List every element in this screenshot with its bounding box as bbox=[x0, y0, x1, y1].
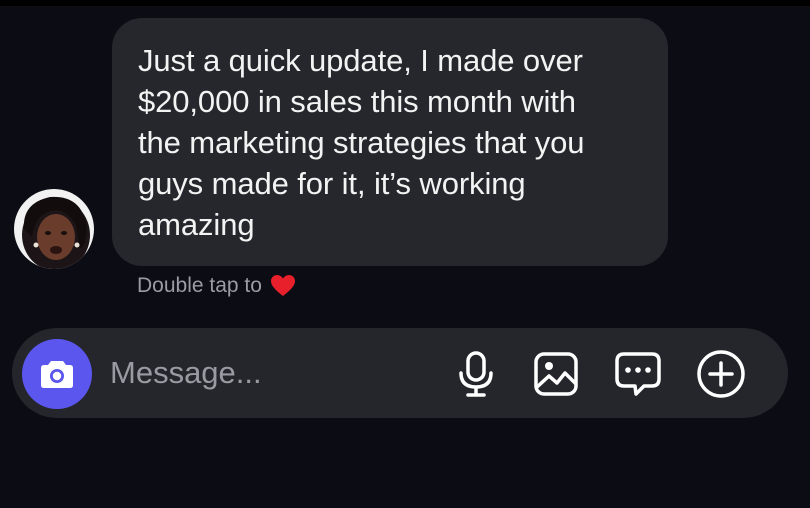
message-input[interactable] bbox=[110, 352, 410, 394]
camera-button[interactable] bbox=[22, 339, 92, 409]
incoming-message-bubble[interactable]: Just a quick update, I made over $20,000… bbox=[112, 18, 668, 266]
message-line: guys made for it, it’s working bbox=[138, 166, 526, 201]
sticker-button[interactable] bbox=[612, 348, 664, 400]
message-line: $20,000 in sales this month with bbox=[138, 84, 576, 119]
more-options-button[interactable] bbox=[695, 348, 747, 400]
microphone-button[interactable] bbox=[450, 348, 502, 400]
reaction-hint-text: Double tap to bbox=[137, 274, 262, 297]
message-line: the marketing strategies that you bbox=[138, 125, 585, 160]
chat-screen: Just a quick update, I made over $20,000… bbox=[0, 0, 810, 508]
chat-bubble-icon bbox=[615, 352, 661, 396]
message-line: Just a quick update, I made over bbox=[138, 43, 583, 78]
reaction-hint: Double tap to bbox=[137, 274, 296, 298]
plus-circle-icon bbox=[697, 350, 745, 398]
heart-icon bbox=[270, 274, 296, 298]
camera-icon bbox=[41, 361, 73, 388]
avatar-image bbox=[14, 189, 94, 269]
image-icon bbox=[534, 352, 578, 396]
sender-avatar[interactable] bbox=[14, 189, 94, 269]
gallery-button[interactable] bbox=[530, 348, 582, 400]
message-composer bbox=[12, 328, 788, 418]
top-edge bbox=[0, 0, 810, 6]
microphone-icon bbox=[459, 351, 493, 397]
message-line: amazing bbox=[138, 207, 255, 242]
